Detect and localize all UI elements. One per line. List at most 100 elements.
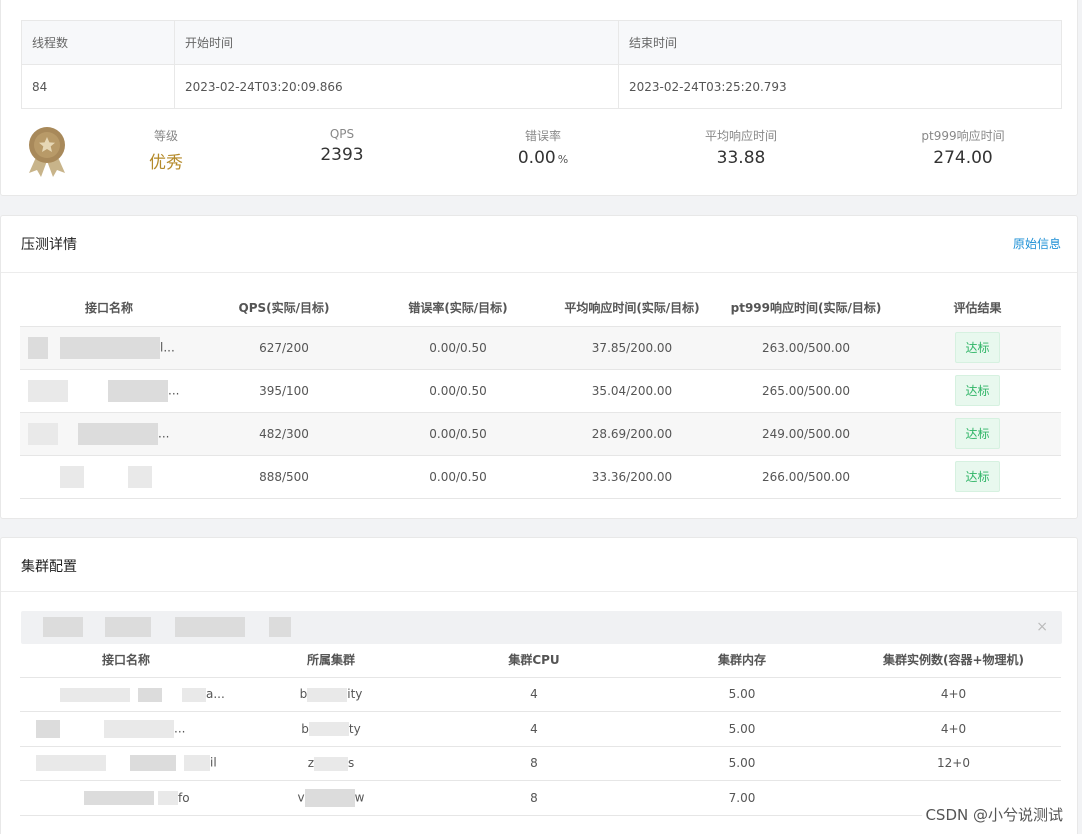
cpu-cell: 4 (430, 676, 638, 712)
qps-cell: 627/200 (198, 325, 370, 369)
pt999-cell: 263.00/500.00 (718, 325, 894, 369)
col-instances: 集群实例数(容器+物理机) (882, 653, 1025, 668)
error-rate-cell: 0.00/0.50 (370, 454, 546, 499)
detail-divider (1, 272, 1077, 273)
memory-cell: 5.00 (638, 676, 846, 712)
stat-error-rate-label: 错误率 (524, 129, 561, 143)
cpu-cell: 8 (430, 780, 638, 816)
detail-table: 接口名称 QPS(实际/目标) 错误率(实际/目标) 平均响应时间(实际/目标)… (20, 289, 1061, 499)
interface-name-tail: il (210, 755, 217, 770)
stat-avg-response-label: 平均响应时间 (704, 129, 777, 143)
cluster-name-head: v (297, 790, 305, 805)
cluster-cell: zs (232, 745, 430, 781)
cluster-filter-bar[interactable]: × (21, 611, 1062, 644)
table-row: ... 482/300 0.00/0.50 28.69/200.00 249.0… (20, 411, 1061, 455)
avg-response-cell: 37.85/200.00 (546, 325, 718, 369)
cluster-name-head: b (299, 687, 308, 701)
interface-name-cell: l... (20, 325, 198, 369)
stat-avg-response-value: 33.88 (716, 148, 766, 168)
table-row: 888/500 0.00/0.50 33.36/200.00 266.00/50… (20, 454, 1061, 499)
summary-card: 线程数 开始时间 结束时间 84 2023-02-24T03:20:09.866… (0, 0, 1078, 196)
cluster-name-tail: s (348, 756, 355, 770)
stat-grade: 等级 优秀 (136, 127, 196, 173)
col-error-rate: 错误率(实际/目标) (408, 300, 508, 315)
stat-error-rate: 错误率 0.00% (503, 127, 583, 168)
result-pass-badge: 达标 (955, 375, 1000, 406)
run-info-table: 线程数 开始时间 结束时间 84 2023-02-24T03:20:09.866… (21, 20, 1062, 109)
interface-name-cell: ... (20, 411, 198, 455)
instances-cell: 12+0 (846, 745, 1061, 781)
close-icon[interactable]: × (1036, 619, 1048, 635)
cluster-name-tail: ity (347, 687, 363, 701)
pt999-cell: 265.00/500.00 (718, 368, 894, 412)
thread-count-header: 线程数 (21, 20, 175, 65)
cluster-cell: vw (232, 780, 430, 816)
stat-grade-label: 等级 (153, 129, 178, 143)
cluster-divider (1, 591, 1077, 592)
stat-error-rate-unit: % (557, 153, 569, 166)
stat-avg-response: 平均响应时间 33.88 (691, 127, 791, 168)
col-pt999: pt999响应时间(实际/目标) (730, 300, 882, 315)
stat-pt999: pt999响应时间 274.00 (903, 127, 1023, 168)
start-time-value: 2023-02-24T03:20:09.866 (174, 64, 619, 109)
interface-name-cell: ... (20, 711, 232, 746)
end-time-value: 2023-02-24T03:25:20.793 (618, 64, 1062, 109)
instances-cell: 4+0 (846, 711, 1061, 746)
interface-name-tail: fo (178, 790, 190, 805)
col-cluster: 所属集群 (306, 653, 355, 668)
interface-name-tail: ... (158, 426, 170, 440)
pt999-cell: 266.00/500.00 (718, 454, 894, 499)
cluster-title: 集群配置 (21, 559, 77, 575)
qps-cell: 482/300 (198, 411, 370, 455)
cluster-cell: b ty (232, 711, 430, 746)
pt999-cell: 249.00/500.00 (718, 411, 894, 455)
table-row: il zs 8 5.00 12+0 (20, 745, 1061, 781)
stat-qps-value: 2393 (320, 145, 364, 165)
medal-icon (29, 127, 65, 177)
stat-qps: QPS 2393 (307, 127, 377, 165)
thread-count-value: 84 (21, 64, 175, 109)
start-time-header: 开始时间 (174, 20, 619, 65)
table-row: ... b ty 4 5.00 4+0 (20, 711, 1061, 746)
interface-name-tail: a... (206, 687, 225, 701)
avg-response-cell: 33.36/200.00 (546, 454, 718, 499)
col-qps: QPS(实际/目标) (238, 300, 330, 315)
col-result: 评估结果 (953, 300, 1002, 315)
col-cpu: 集群CPU (508, 653, 560, 668)
table-row: l... 627/200 0.00/0.50 37.85/200.00 263.… (20, 325, 1061, 369)
watermark: CSDN @小兮说测试 (922, 803, 1066, 826)
interface-name-cell: a... (20, 676, 232, 712)
stat-error-rate-value: 0.00 (517, 148, 556, 168)
interface-name-cell: il (20, 745, 232, 781)
cluster-cell: b ity (232, 676, 430, 712)
cluster-name-tail: ty (348, 721, 361, 736)
col-interface-name: 接口名称 (101, 653, 150, 668)
end-time-header: 结束时间 (618, 20, 1062, 65)
result-pass-badge: 达标 (955, 461, 1000, 492)
error-rate-cell: 0.00/0.50 (370, 368, 546, 412)
table-row: ... 395/100 0.00/0.50 35.04/200.00 265.0… (20, 368, 1061, 412)
stat-pt999-label: pt999响应时间 (921, 129, 1005, 143)
memory-cell: 5.00 (638, 745, 846, 781)
cluster-name-head: b (301, 721, 309, 736)
stat-pt999-value: 274.00 (933, 148, 993, 168)
cpu-cell: 8 (430, 745, 638, 781)
detail-title: 压测详情 (21, 237, 77, 253)
col-interface-name: 接口名称 (84, 300, 133, 315)
interface-name-cell (20, 454, 198, 499)
instances-cell: 4+0 (846, 676, 1061, 712)
interface-name-tail: ... (174, 721, 186, 736)
interface-name-cell: fo (20, 780, 232, 816)
stat-qps-label: QPS (329, 127, 355, 141)
cluster-name-tail: w (354, 790, 365, 805)
qps-cell: 395/100 (198, 368, 370, 412)
col-memory: 集群内存 (717, 653, 766, 668)
memory-cell: 7.00 (638, 780, 846, 816)
table-row: fo vw 8 7.00 (20, 780, 1061, 816)
result-pass-badge: 达标 (955, 332, 1000, 363)
qps-cell: 888/500 (198, 454, 370, 499)
raw-info-link[interactable]: 原始信息 (1013, 235, 1061, 252)
error-rate-cell: 0.00/0.50 (370, 411, 546, 455)
cpu-cell: 4 (430, 711, 638, 746)
interface-name-tail: ... (168, 383, 180, 397)
